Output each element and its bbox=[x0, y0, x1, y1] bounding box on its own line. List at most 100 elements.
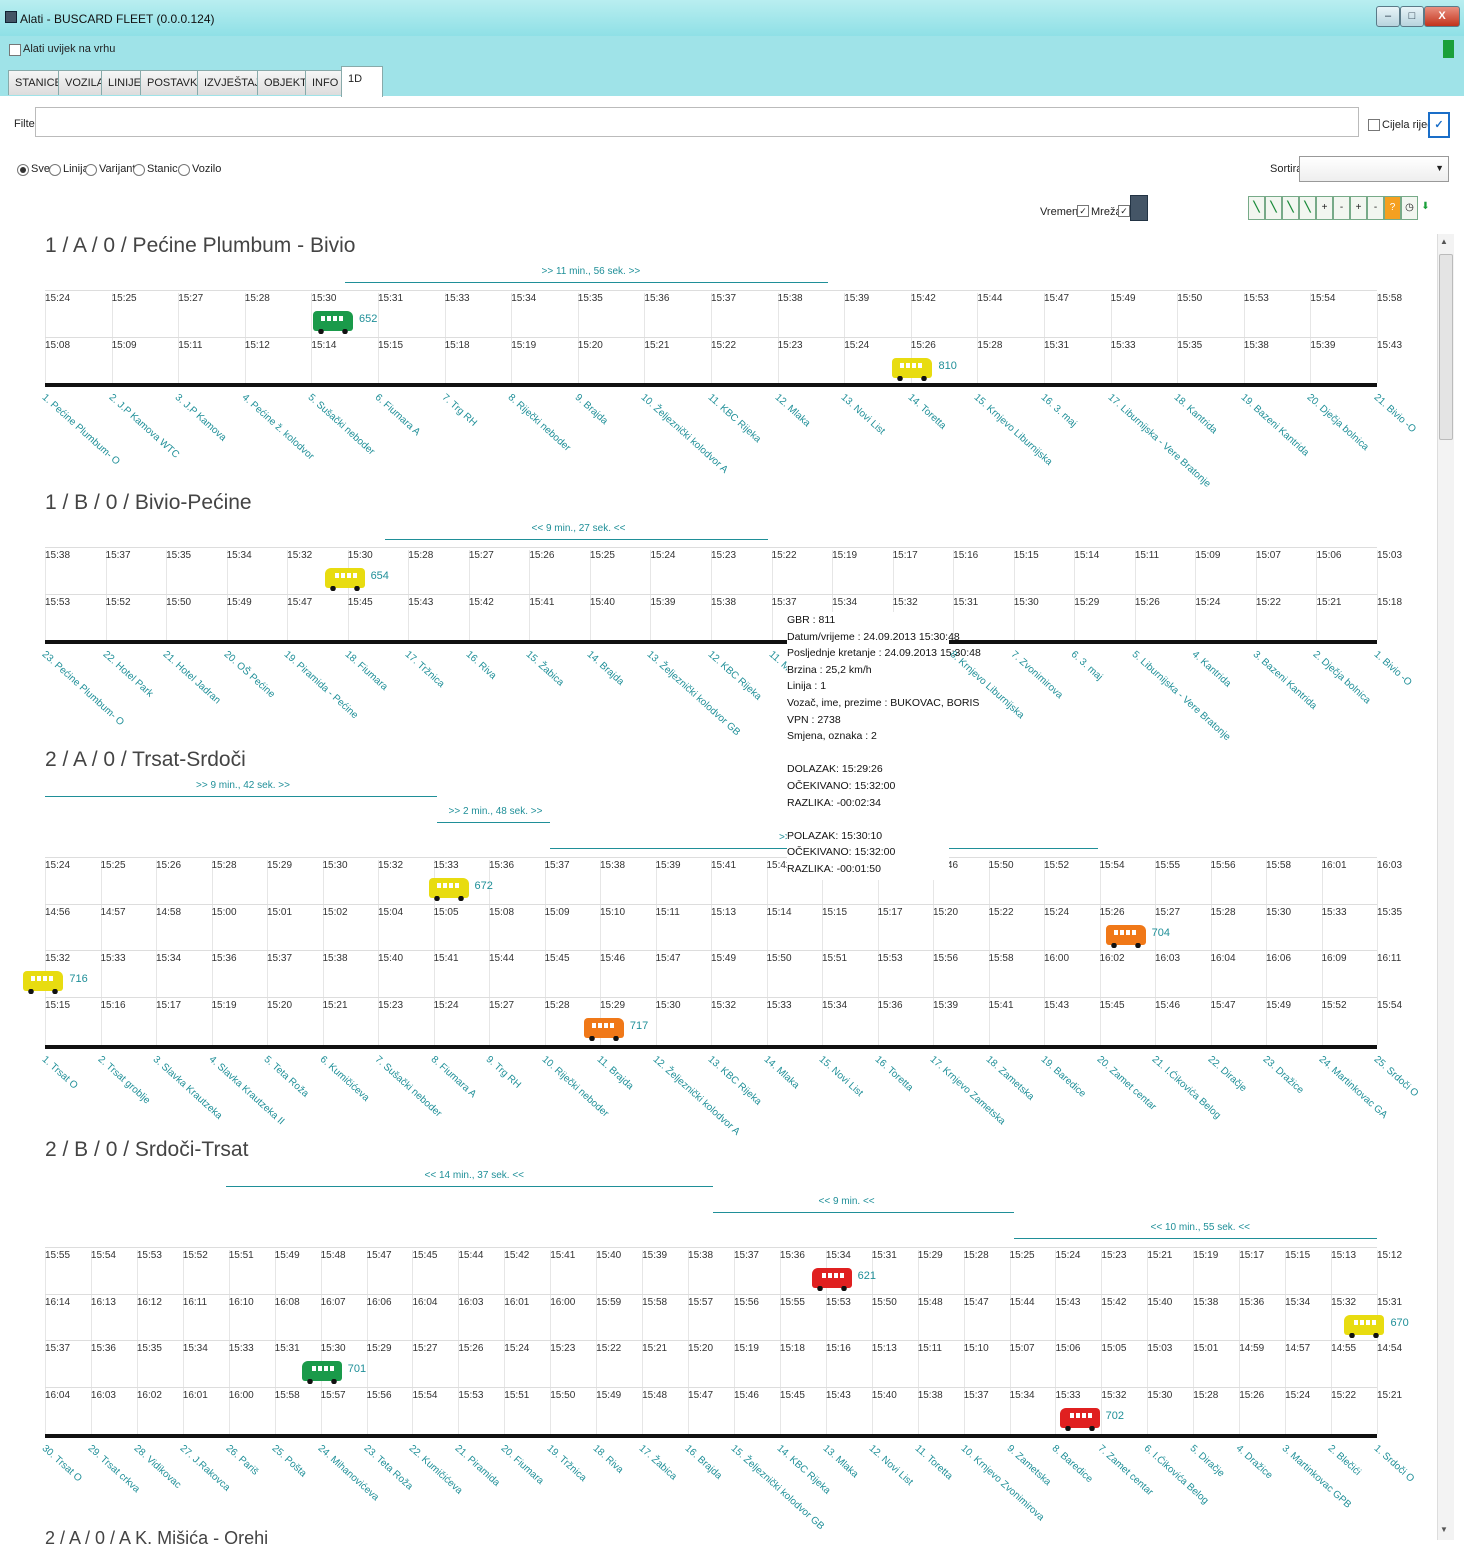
bus-icon[interactable] bbox=[1344, 1315, 1385, 1335]
scroll-down-icon[interactable]: ▼ bbox=[1440, 1525, 1448, 1534]
zoom-out-2-icon[interactable]: - bbox=[1367, 196, 1384, 220]
station-label[interactable]: 25. Srdoči O bbox=[1372, 1054, 1421, 1099]
station-label[interactable]: 8. Fiumara A bbox=[428, 1054, 477, 1100]
close-button[interactable]: X bbox=[1424, 6, 1460, 27]
station-label[interactable]: 3. Bazeni Kantrida bbox=[1251, 649, 1319, 712]
station-label[interactable]: 19. Baredice bbox=[1039, 1054, 1088, 1100]
station-label[interactable]: 16. 3. maj bbox=[1039, 392, 1079, 430]
tab-1d[interactable]: 1D bbox=[341, 66, 383, 97]
station-label[interactable]: 6. Fiumara A bbox=[373, 392, 422, 438]
station-label[interactable]: 5. Diračje bbox=[1188, 1443, 1227, 1479]
radio-vozilo[interactable] bbox=[178, 164, 190, 176]
station-label[interactable]: 22. Diračje bbox=[1205, 1054, 1248, 1094]
bus-icon[interactable] bbox=[1059, 1408, 1100, 1428]
zoom-out-icon[interactable]: - bbox=[1333, 196, 1350, 220]
station-label[interactable]: 4. Pećine ž. kolodvor bbox=[239, 392, 315, 462]
bus-icon[interactable] bbox=[324, 568, 365, 588]
calculator-icon[interactable] bbox=[1130, 195, 1148, 221]
station-label[interactable]: 15. Željeznički kolodvor GB bbox=[729, 1443, 826, 1532]
zoom-in-icon[interactable]: + bbox=[1316, 196, 1333, 220]
station-label[interactable]: 9. Brajda bbox=[572, 392, 609, 427]
line-tool-3-icon[interactable]: ╲ bbox=[1282, 196, 1299, 220]
station-label[interactable]: 1. Bivio -O bbox=[1372, 649, 1414, 688]
station-label[interactable]: 5. Liburnijska - Vere Bratonje bbox=[1129, 649, 1232, 743]
whole-word-checkbox[interactable] bbox=[1368, 119, 1380, 131]
radio-sve[interactable] bbox=[17, 164, 29, 176]
station-label[interactable]: 2. J.P Kamova WTC bbox=[106, 392, 181, 461]
minimize-button[interactable]: – bbox=[1376, 6, 1400, 27]
station-label[interactable]: 13. Novi List bbox=[839, 392, 887, 437]
station-label[interactable]: 18. Zametska bbox=[983, 1054, 1035, 1103]
station-label[interactable]: 22. Hotel Park bbox=[100, 649, 154, 700]
station-label[interactable]: 18. Kantrida bbox=[1172, 392, 1219, 436]
station-label[interactable]: 19. Tržnica bbox=[545, 1443, 589, 1484]
station-label[interactable]: 21. Piramida bbox=[453, 1443, 502, 1489]
station-label[interactable]: 12. KBC Rijeka bbox=[706, 649, 764, 703]
radio-stanica[interactable] bbox=[133, 164, 145, 176]
download-icon[interactable]: ⬇ bbox=[1418, 196, 1433, 218]
station-label[interactable]: 20. Dječja bolnica bbox=[1305, 392, 1371, 453]
station-label[interactable]: 11. KBC Rijeka bbox=[706, 392, 763, 445]
station-label[interactable]: 16. Brajda bbox=[683, 1443, 724, 1482]
sort-select[interactable]: ▼ bbox=[1299, 156, 1449, 182]
station-label[interactable]: 15. Novi List bbox=[817, 1054, 865, 1099]
maximize-button[interactable]: □ bbox=[1400, 6, 1424, 27]
station-label[interactable]: 11. Brajda bbox=[595, 1054, 636, 1092]
station-label[interactable]: 13. KBC Rijeka bbox=[706, 1054, 764, 1108]
station-label[interactable]: 20. Zamet centar bbox=[1094, 1054, 1158, 1113]
station-label[interactable]: 9. Zametska bbox=[1004, 1443, 1052, 1488]
bus-icon[interactable] bbox=[892, 358, 933, 381]
help-icon[interactable]: ? bbox=[1384, 196, 1401, 220]
radio-varijanta[interactable] bbox=[85, 164, 97, 176]
line-tool-1-icon[interactable]: ╲ bbox=[1248, 196, 1265, 220]
station-label[interactable]: 25. Pošta bbox=[269, 1443, 308, 1479]
filter-input[interactable] bbox=[35, 107, 1359, 137]
station-label[interactable]: 7. Zvonimirova bbox=[1008, 649, 1064, 701]
station-label[interactable]: 18. Riva bbox=[591, 1443, 626, 1476]
station-label[interactable]: 8. Riječki neboder bbox=[506, 392, 573, 454]
zoom-in-2-icon[interactable]: + bbox=[1350, 196, 1367, 220]
line-tool-4-icon[interactable]: ╲ bbox=[1299, 196, 1316, 220]
station-label[interactable]: 14. Toretta bbox=[905, 392, 947, 432]
bus-icon[interactable] bbox=[301, 1361, 342, 1381]
station-label[interactable]: 7. Trg RH bbox=[439, 392, 478, 429]
station-label[interactable]: 5. Sušački neboder bbox=[306, 392, 377, 457]
station-label[interactable]: 14. Brajda bbox=[585, 649, 626, 688]
station-label[interactable]: 8. Baredice bbox=[1050, 1443, 1095, 1485]
vremena-checkbox[interactable]: ✓ bbox=[1077, 205, 1089, 217]
station-label[interactable]: 2. Blečići bbox=[1326, 1443, 1363, 1478]
station-label[interactable]: 15. Žabica bbox=[524, 649, 566, 688]
station-label[interactable]: 4. Kantrida bbox=[1190, 649, 1233, 690]
apply-filter-icon[interactable]: ✓ bbox=[1428, 112, 1450, 138]
bus-icon[interactable] bbox=[23, 971, 64, 994]
station-label[interactable]: 1. Trsat O bbox=[40, 1054, 80, 1092]
station-label[interactable]: 14. Mlaka bbox=[761, 1054, 801, 1091]
station-label[interactable]: 12. Mlaka bbox=[772, 392, 812, 429]
station-label[interactable]: 2. Trsat groblje bbox=[95, 1054, 152, 1106]
station-label[interactable]: 10. Krnjevo Zvonimirova bbox=[958, 1443, 1045, 1523]
station-label[interactable]: 3. J.P Kamova bbox=[173, 392, 229, 444]
station-label[interactable]: 20. OŠ Pećine bbox=[221, 649, 276, 700]
tab-info[interactable]: INFO bbox=[305, 70, 346, 95]
station-label[interactable]: 6. 3. maj bbox=[1069, 649, 1105, 683]
station-label[interactable]: 2. Dječja bolnica bbox=[1311, 649, 1373, 706]
clock-icon[interactable]: ◷ bbox=[1401, 196, 1418, 220]
station-label[interactable]: 6. Kumičićeva bbox=[317, 1054, 371, 1104]
station-label[interactable]: 4. Dražice bbox=[1234, 1443, 1275, 1481]
scroll-up-icon[interactable]: ▲ bbox=[1440, 237, 1448, 246]
station-label[interactable]: 17. Žabica bbox=[637, 1443, 679, 1482]
line-tool-2-icon[interactable]: ╲ bbox=[1265, 196, 1282, 220]
station-label[interactable]: 20. Fiumara bbox=[499, 1443, 546, 1487]
station-label[interactable]: 17. Tržnica bbox=[403, 649, 447, 690]
station-label[interactable]: 16. Toretta bbox=[872, 1054, 914, 1094]
station-label[interactable]: 11. Toretta bbox=[912, 1443, 954, 1482]
station-label[interactable]: 21. Hotel Jadran bbox=[161, 649, 223, 706]
station-label[interactable]: 21. Bivio -O bbox=[1372, 392, 1418, 435]
bus-icon[interactable] bbox=[583, 1018, 624, 1041]
station-label[interactable]: 30. Trsat O bbox=[40, 1443, 84, 1484]
bus-icon[interactable] bbox=[313, 311, 354, 334]
station-label[interactable]: 12. Novi List bbox=[866, 1443, 914, 1488]
station-label[interactable]: 23. Dražice bbox=[1261, 1054, 1306, 1096]
station-label[interactable]: 18. Fiumara bbox=[342, 649, 389, 693]
station-label[interactable]: 26. Pariš bbox=[223, 1443, 260, 1478]
